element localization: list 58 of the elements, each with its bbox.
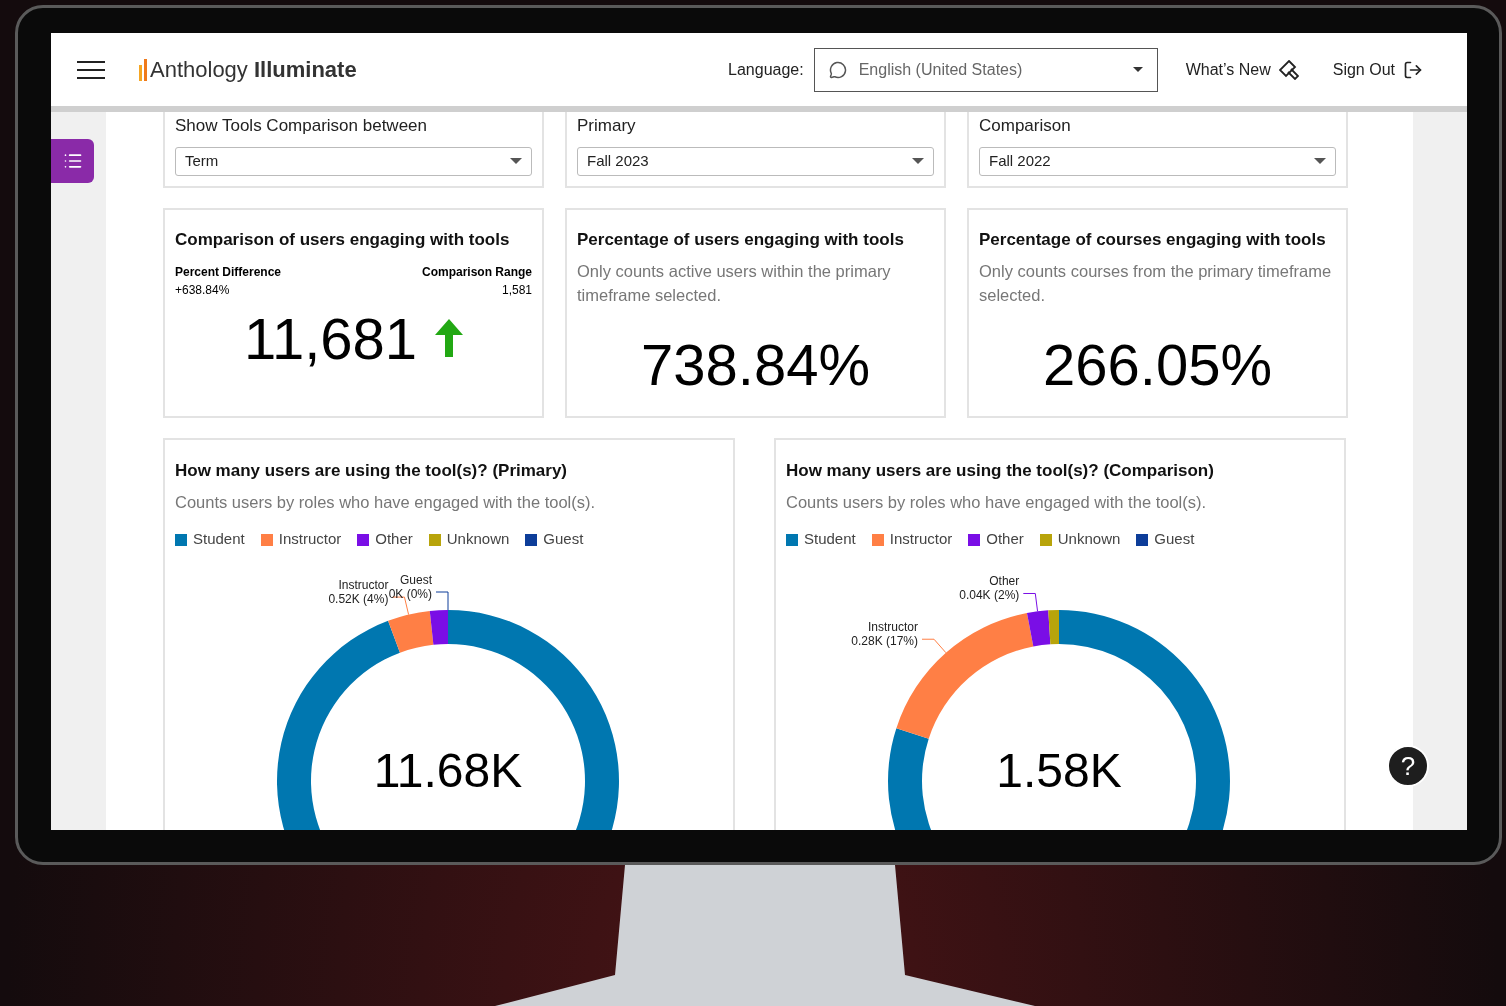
- card-subtitle: Counts users by roles who have engaged with the tool(s).: [786, 491, 1208, 513]
- filter-select[interactable]: Term: [175, 146, 532, 176]
- stat-value: 738.84%: [640, 330, 871, 399]
- card-subtitle: Only counts courses from the primary timeframe selected.: [979, 260, 1333, 306]
- caret-icon: [510, 158, 522, 164]
- leader-line: [1022, 592, 1039, 612]
- legend-label: Instructor: [278, 529, 342, 550]
- logo-bars-icon: [139, 58, 148, 81]
- filter-select[interactable]: Fall 2023: [577, 146, 934, 176]
- card-title: How many users are using the tool(s)? (Comparison): [786, 460, 1215, 482]
- filter-select[interactable]: Fall 2022: [979, 146, 1336, 176]
- legend-label: Unknown: [1057, 529, 1121, 550]
- filter-label: Primary: [577, 115, 637, 137]
- filter-label: Comparison: [979, 115, 1072, 137]
- slice-label: Instructor 0.52K (4%): [328, 577, 389, 606]
- legend-label: Student: [193, 529, 245, 550]
- metric-value: +638.84%: [175, 281, 231, 299]
- stat-value: 11,681: [243, 304, 418, 373]
- up-arrow-icon: [435, 319, 464, 357]
- legend-label: Instructor: [889, 529, 953, 550]
- diamond-icon: [1278, 59, 1299, 80]
- caret-icon: [1132, 67, 1143, 72]
- slice-label: Instructor 0.28K (17%): [851, 620, 918, 648]
- card-title: Percentage of courses engaging with tools: [979, 229, 1327, 251]
- card-subtitle: Counts users by roles who have engaged with the tool(s).: [175, 491, 597, 513]
- slice-label: Guest 0K (0%): [388, 572, 432, 601]
- language-select[interactable]: English (United States): [813, 47, 1158, 92]
- language-label: Language:: [728, 59, 804, 80]
- list-icon: [62, 151, 83, 171]
- sign-out-icon: [1403, 59, 1423, 80]
- whats-new-link[interactable]: What’s New: [1185, 57, 1299, 82]
- stat-value: 266.05%: [1042, 330, 1273, 399]
- menu-icon[interactable]: [77, 60, 105, 79]
- chart-center-value: 11.68K: [372, 746, 524, 795]
- chart-center-value: 1.58K: [995, 746, 1123, 795]
- metric-label: Percent Difference: [175, 263, 282, 281]
- legend-label: Other: [986, 529, 1024, 550]
- leader-line: [921, 638, 947, 653]
- card-title: Percentage of users engaging with tools: [577, 229, 905, 251]
- sign-out-link[interactable]: Sign Out: [1332, 57, 1423, 82]
- app-logo-text: Anthology Illuminate: [150, 56, 357, 84]
- legend-label: Guest: [543, 529, 584, 550]
- card-title: Comparison of users engaging with tools: [175, 229, 511, 251]
- card-title: How many users are using the tool(s)? (Primary): [175, 460, 569, 482]
- slice-label: Other 0.04K (2%): [959, 574, 1020, 603]
- report-list-button[interactable]: [51, 139, 94, 183]
- card-subtitle: Only counts active users within the primary timeframe selected.: [577, 260, 892, 306]
- legend-label: Guest: [1154, 529, 1195, 550]
- leader-line: [435, 591, 449, 611]
- metric-label: Comparison Range: [422, 263, 532, 281]
- filter-label: Show Tools Comparison between: [175, 115, 428, 137]
- caret-icon: [1314, 158, 1326, 164]
- language-icon: [828, 60, 847, 79]
- metric-value: 1,581: [500, 281, 532, 299]
- legend-label: Unknown: [446, 529, 510, 550]
- caret-icon: [912, 158, 924, 164]
- legend-label: Student: [804, 529, 856, 550]
- legend-label: Other: [375, 529, 413, 550]
